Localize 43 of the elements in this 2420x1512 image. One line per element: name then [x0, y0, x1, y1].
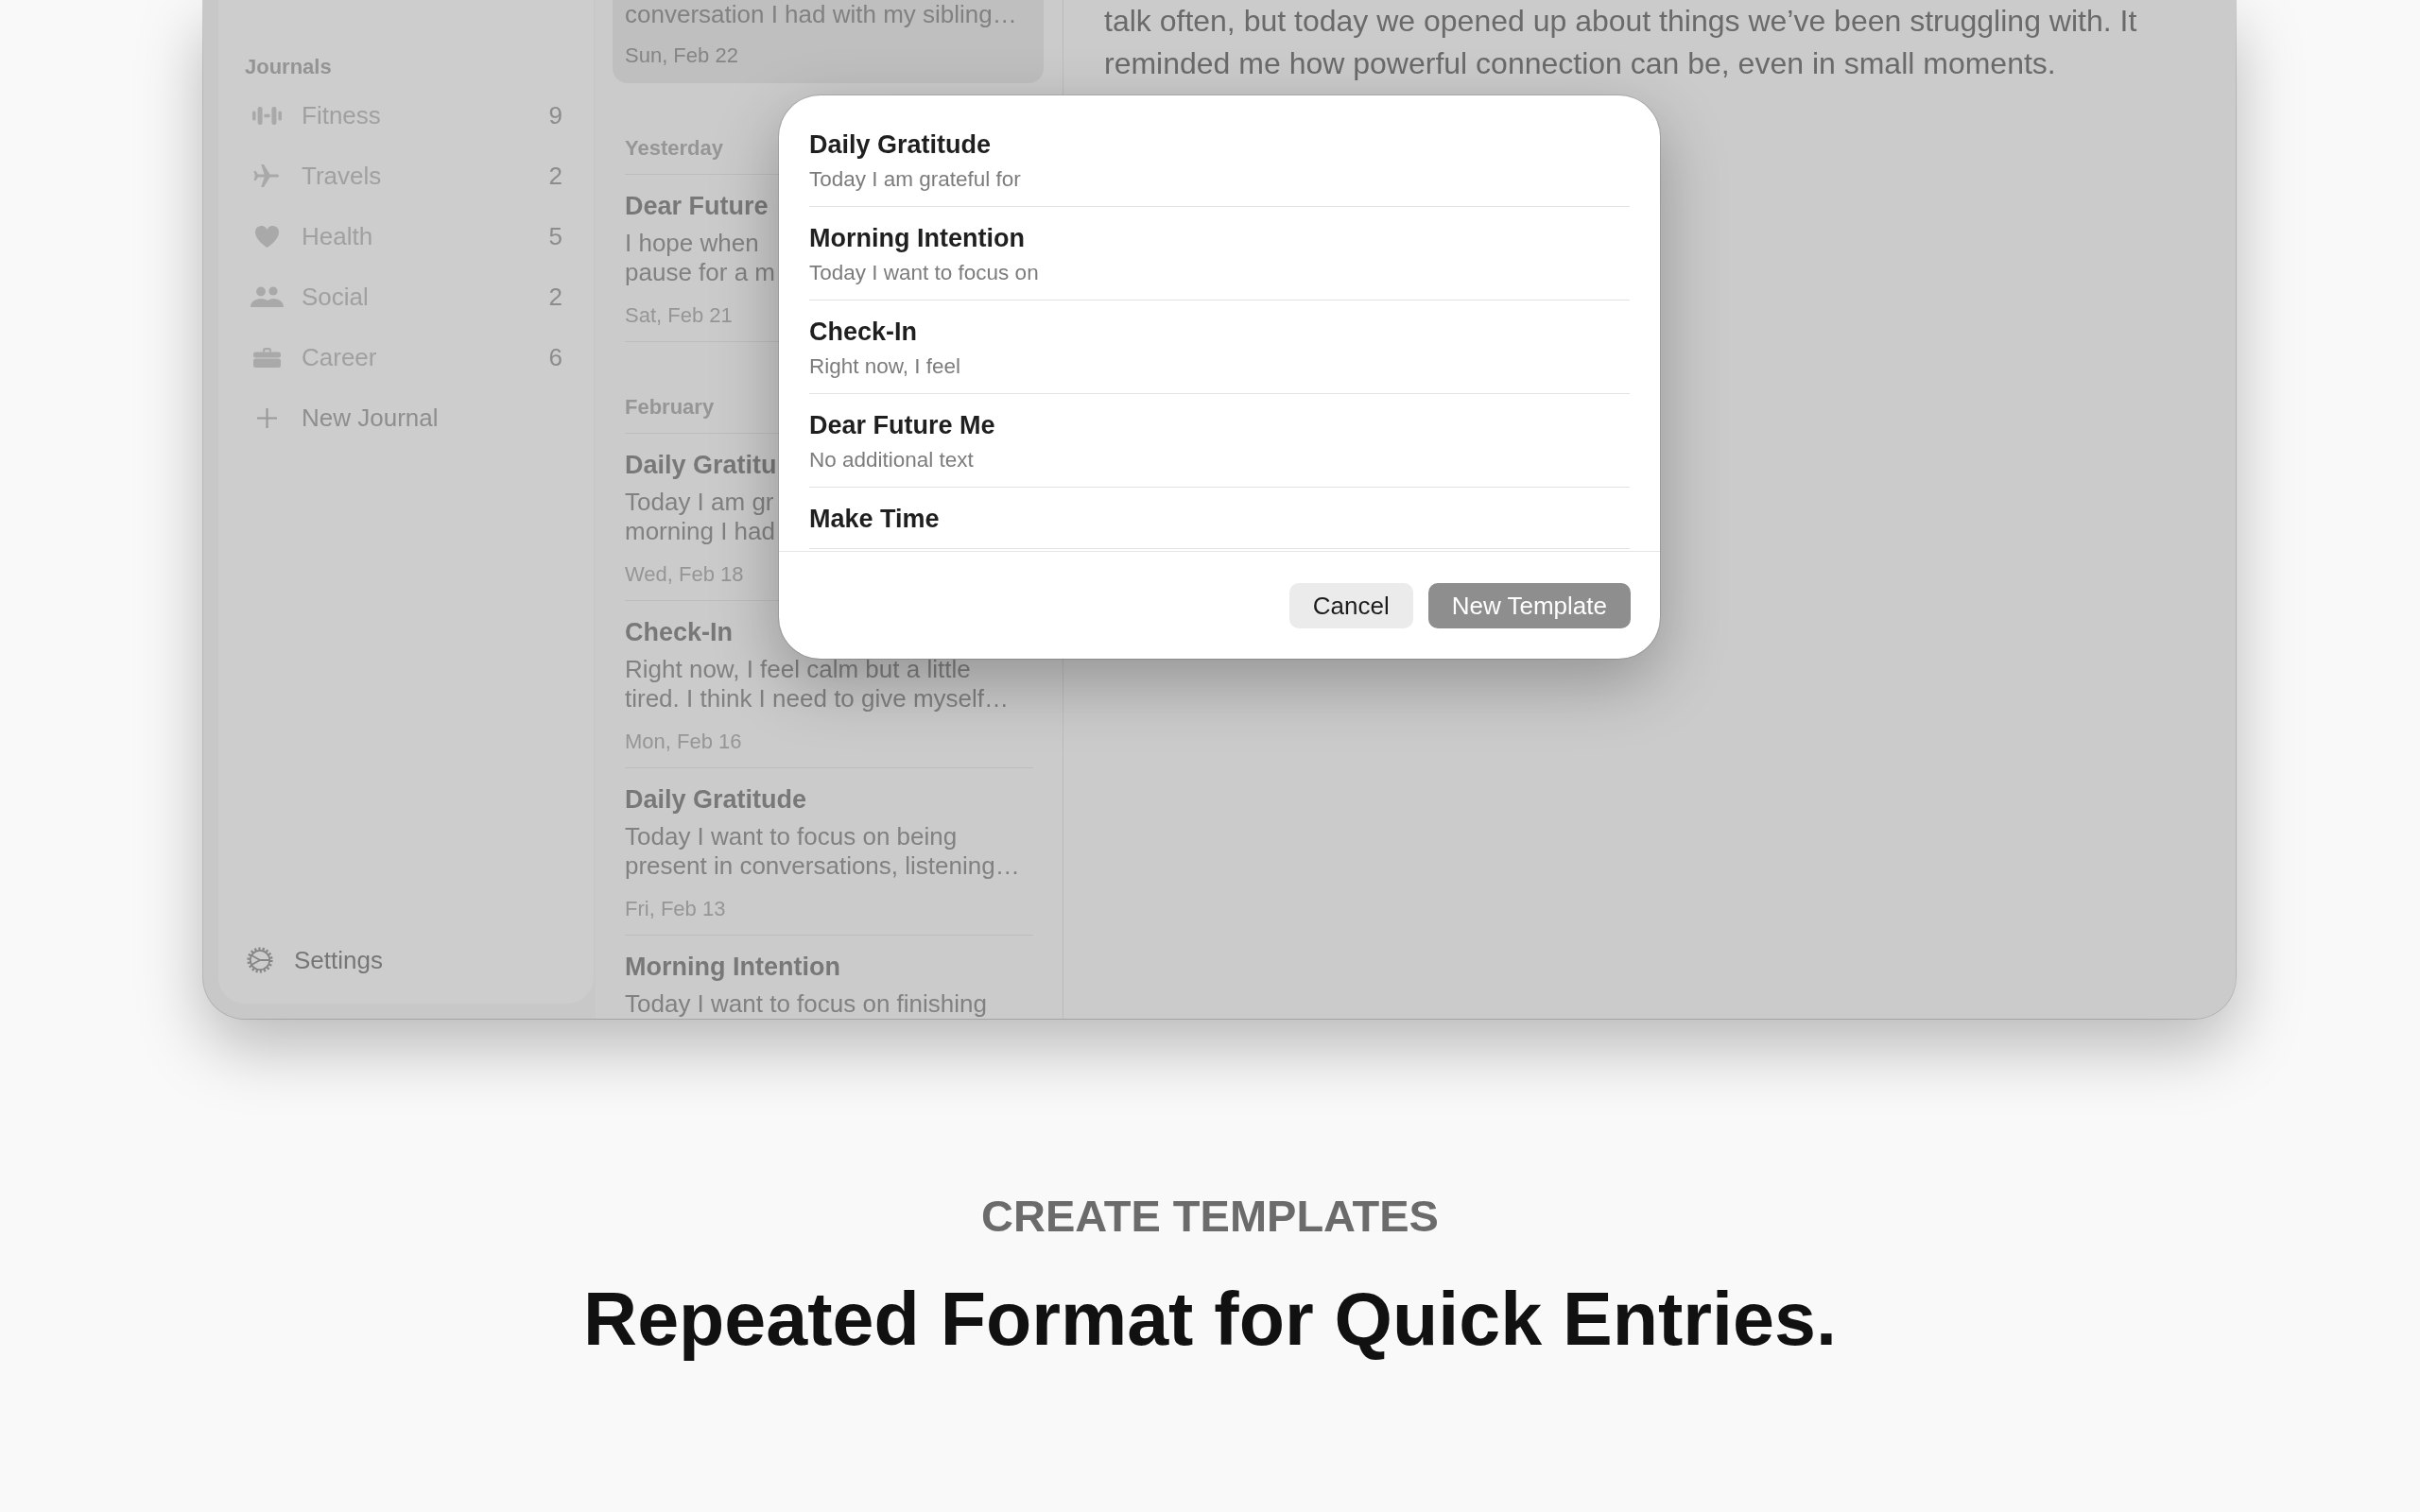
airplane-icon	[253, 163, 280, 188]
template-text: No additional text	[809, 447, 974, 473]
entry-title: Daily Gratitu	[625, 450, 777, 481]
entry-title: Daily Gratitude	[625, 784, 807, 816]
entry-title: Check-In	[625, 617, 734, 648]
headline: Repeated Format for Quick Entries.	[583, 1276, 1837, 1363]
settings-icon	[247, 947, 273, 973]
section-header: Journals	[245, 54, 332, 80]
entry-preview: Today I want to focus on finishing	[625, 989, 987, 1019]
entry-preview: I hope when pause for a m	[625, 229, 775, 287]
entry-count: 2	[548, 282, 562, 312]
entry-count: 9	[548, 100, 562, 130]
eyebrow-heading: CREATE TEMPLATES	[981, 1190, 1439, 1243]
template-title[interactable]: Dear Future Me	[809, 409, 995, 441]
template-text: Today I am grateful for	[809, 166, 1021, 193]
entry-body-text: talk often, but today we opened up about things we’ve been struggling with. It reminded me how powerful connection can be, even in small moments.	[1104, 3, 2137, 82]
new-journal-button[interactable]: New Journal	[250, 399, 439, 437]
entry-count: 2	[548, 161, 562, 191]
entry-title: Morning Intention	[625, 952, 840, 983]
template-title[interactable]: Morning Intention	[809, 222, 1025, 254]
people-icon	[250, 286, 284, 307]
briefcase-icon	[252, 347, 281, 368]
dumbbell-icon	[251, 106, 282, 125]
journal-entry[interactable]: conversation I had with my sibling… Sun, Feb 22	[613, 0, 1044, 83]
template-text: Today I want to focus on	[809, 260, 1039, 286]
journal-entry[interactable]: Morning Intention Today I want to focus on finishing	[625, 936, 1033, 1019]
entry-preview: Today I am gr morning I had	[625, 488, 775, 546]
template-title[interactable]: Check-In	[809, 316, 918, 348]
primary-button[interactable]: New Template	[1427, 583, 1631, 628]
entry-title: Dear Future	[625, 191, 769, 222]
entry-count: 6	[548, 342, 562, 372]
template-title[interactable]: Make Time	[809, 503, 940, 535]
cancel-button[interactable]: Cancel	[1288, 583, 1413, 628]
settings-button[interactable]: Settings	[247, 939, 383, 981]
template-text: Right now, I feel	[809, 353, 961, 380]
entry-count: 5	[548, 221, 562, 251]
heart-icon	[254, 225, 279, 248]
plus-icon	[256, 407, 277, 428]
entry-date: Sun, Feb 22	[625, 43, 738, 69]
template-title[interactable]: Daily Gratitude	[809, 129, 992, 161]
entry-preview: conversation I had with my sibling…	[625, 0, 1017, 29]
entry-preview: Today I want to focus on being present in conversations, listening…	[625, 822, 1020, 881]
entry-preview: Right now, I feel calm but a little tired. I think I need to give myself…	[625, 655, 1010, 713]
